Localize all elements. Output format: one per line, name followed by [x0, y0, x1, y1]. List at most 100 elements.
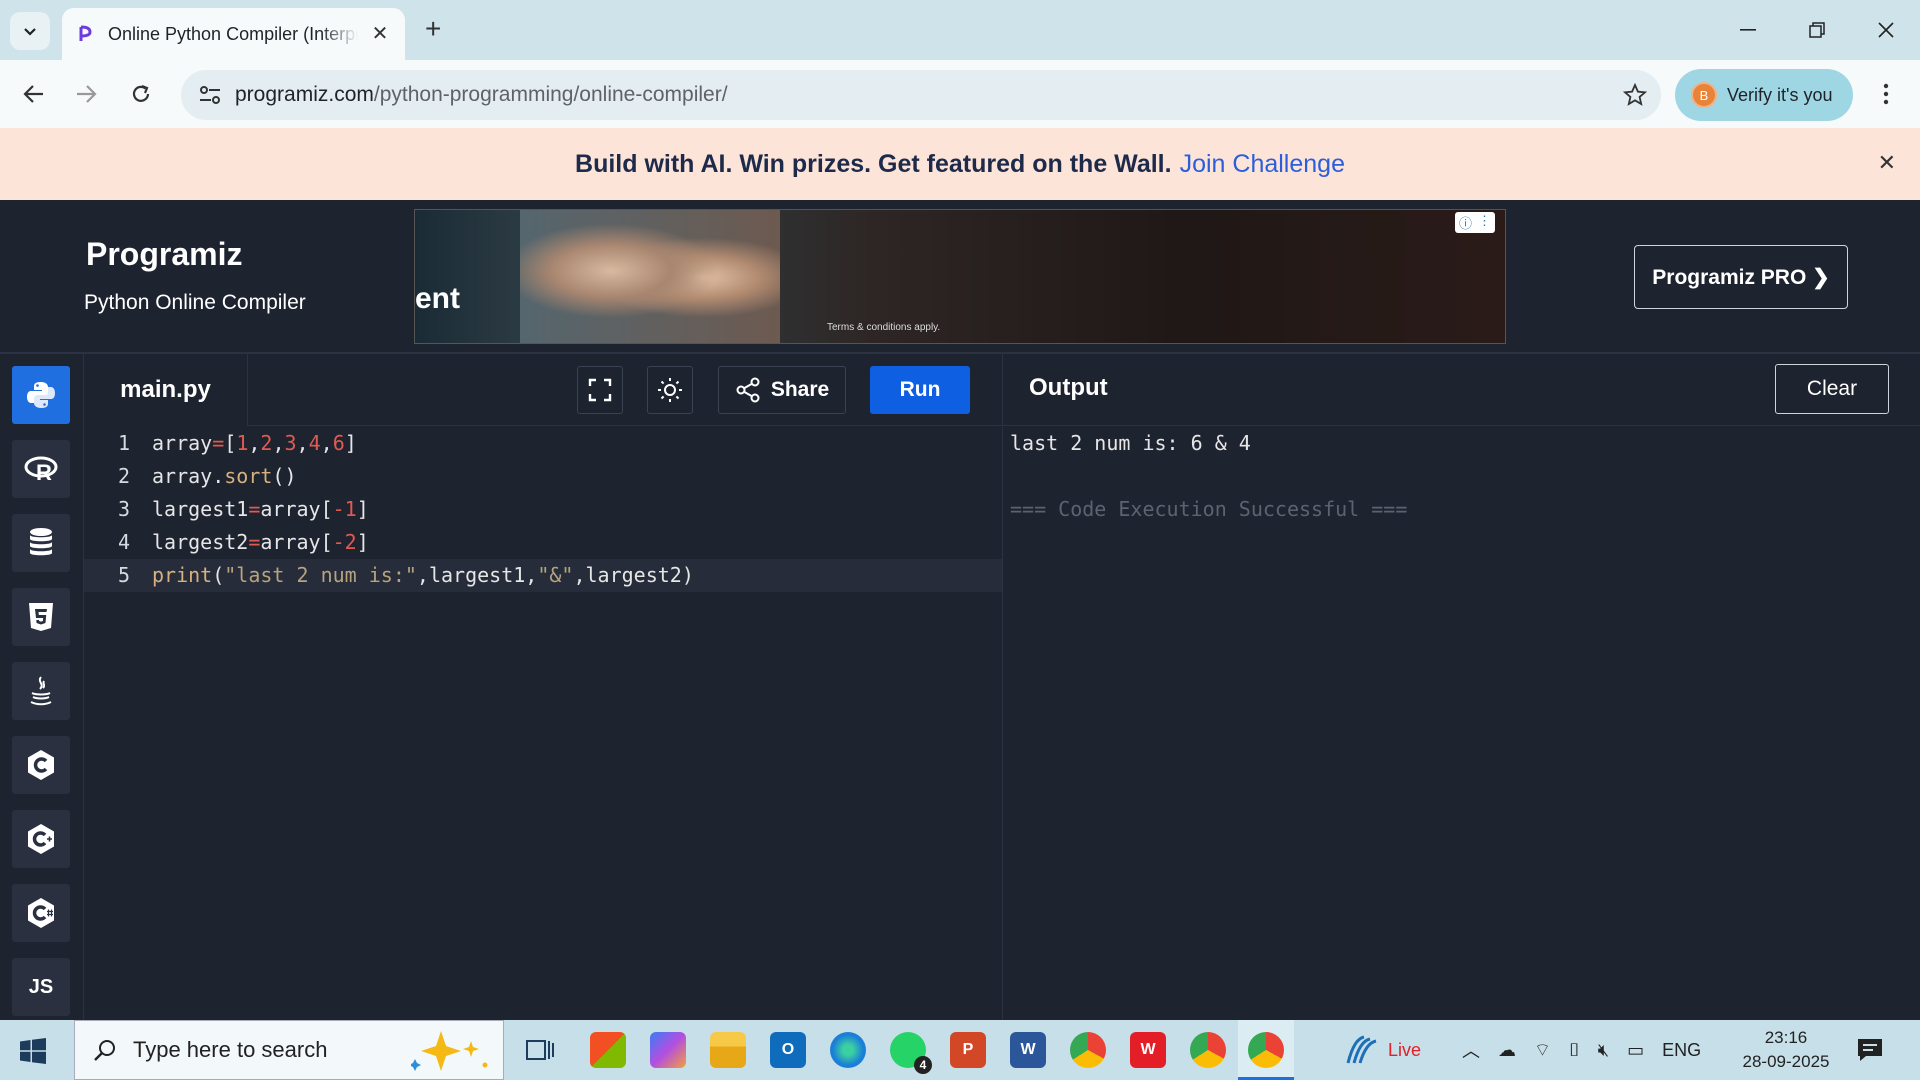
sidebar-item-python[interactable] [12, 366, 70, 424]
bookmark-star-icon[interactable] [1623, 83, 1647, 107]
volume-muted-icon[interactable]: 🔇︎ [1598, 1040, 1609, 1061]
copilot-app-icon[interactable] [650, 1032, 686, 1068]
wps-office-icon[interactable]: W [1130, 1032, 1166, 1068]
live-label: Live [1388, 1039, 1422, 1060]
reload-button[interactable] [121, 74, 161, 114]
battery-icon[interactable]: ▭ [1627, 1040, 1644, 1061]
ad-text: ent [415, 282, 460, 315]
url-path: /python-programming/online-compiler/ [373, 83, 728, 106]
file-explorer-icon[interactable] [710, 1032, 746, 1068]
back-button[interactable] [14, 74, 54, 114]
sidebar-item-js[interactable]: JS [12, 958, 70, 1016]
line-number: 3 [117, 497, 130, 521]
wifi-icon[interactable]: ⌔ [1534, 1039, 1551, 1062]
close-tab-icon[interactable]: ✕ [369, 22, 391, 45]
language-indicator[interactable]: ENG [1662, 1040, 1701, 1061]
share-button[interactable]: Share [718, 366, 846, 414]
sidebar-item-html[interactable] [12, 588, 70, 646]
edge-icon[interactable] [830, 1032, 866, 1068]
task-view-icon[interactable] [522, 1032, 558, 1068]
code-line[interactable]: 2 array.sort() [84, 460, 1002, 493]
windows-logo-icon [20, 1038, 46, 1064]
clock-date: 28-09-2025 [1742, 1052, 1830, 1071]
address-bar[interactable]: programiz.com/python-programming/online-… [181, 70, 1661, 120]
code-line[interactable]: 4 largest2=array[-2] [84, 526, 1002, 559]
notifications-button[interactable] [1856, 1036, 1884, 1069]
r-language-icon: R [24, 456, 58, 483]
code-line-current[interactable]: 5 print("last 2 num is:",largest1,"&",la… [84, 559, 1002, 592]
start-button[interactable] [20, 1038, 46, 1069]
word-icon[interactable]: W [1010, 1032, 1046, 1068]
sidebar-item-csharp[interactable] [12, 884, 70, 942]
js-icon: JS [28, 975, 54, 998]
ad-terms: Terms & conditions apply. [827, 322, 941, 333]
new-tab-button[interactable]: + [425, 15, 441, 43]
forward-button[interactable] [66, 74, 106, 114]
output-status-line: === Code Execution Successful === [1010, 497, 1408, 521]
programiz-logo[interactable]: Programiz [86, 236, 242, 273]
browser-menu-button[interactable] [1866, 74, 1906, 114]
weather-widget[interactable]: Live [1344, 1020, 1421, 1080]
programiz-favicon-icon [79, 25, 92, 41]
powerpoint-icon[interactable]: P [950, 1032, 986, 1068]
arrow-left-icon [23, 85, 43, 103]
ad-image [520, 210, 780, 343]
sidebar-item-c[interactable] [12, 736, 70, 794]
sidebar-item-sql[interactable] [12, 514, 70, 572]
python-icon [27, 382, 55, 408]
line-number: 5 [117, 563, 130, 587]
close-window-button[interactable] [1866, 14, 1906, 46]
chevron-down-icon [24, 28, 36, 36]
advertisement[interactable]: ent Terms & conditions apply. ⓘ ⋮ [414, 209, 1506, 344]
chevron-up-icon[interactable]: ︿ [1462, 1037, 1480, 1063]
code-text: print("last 2 num is:",largest1,"&",larg… [152, 563, 694, 587]
info-icon[interactable]: ⓘ [1459, 213, 1472, 232]
code-line[interactable]: 3 largest1=array[-1] [84, 493, 1002, 526]
outlook-icon[interactable]: O [770, 1032, 806, 1068]
clock-time: 23:16 [1764, 1028, 1808, 1047]
restore-button[interactable] [1797, 14, 1837, 46]
fullscreen-button[interactable] [577, 366, 623, 414]
site-info-icon[interactable] [199, 85, 221, 105]
sidebar-item-java[interactable] [12, 662, 70, 720]
output-title: Output [1029, 374, 1108, 401]
sidebar-item-cpp[interactable] [12, 810, 70, 868]
camera-icon[interactable]: ⌷ [1569, 1040, 1580, 1061]
avatar: B [1691, 82, 1717, 108]
chrome-profile-icon[interactable] [1190, 1032, 1226, 1068]
chrome-active-indicator[interactable] [1238, 1020, 1294, 1080]
whatsapp-icon[interactable]: 4 [890, 1032, 932, 1074]
close-banner-icon[interactable]: ✕ [1878, 150, 1896, 176]
notification-icon [1858, 1039, 1882, 1061]
microsoft-store-icon[interactable] [590, 1032, 626, 1068]
fullscreen-icon [588, 378, 612, 402]
browser-tab-active[interactable]: Online Python Compiler (Interpreter) ✕ [62, 8, 405, 60]
editor-toolbar: main.py Share Run [84, 354, 1002, 426]
sidebar-item-r[interactable]: R [12, 440, 70, 498]
theme-toggle-button[interactable] [647, 366, 693, 414]
code-editor[interactable]: 1 array=[1,2,3,4,6] 2 array.sort() 3 lar… [84, 427, 1002, 1020]
chrome-icon[interactable] [1070, 1032, 1106, 1068]
taskbar-search[interactable]: Type here to search [74, 1020, 504, 1080]
output-panel: last 2 num is: 6 & 4 === Code Execution … [1002, 427, 1920, 1020]
run-button[interactable]: Run [870, 366, 970, 414]
join-challenge-link[interactable]: Join Challenge [1180, 150, 1345, 179]
code-line[interactable]: 1 array=[1,2,3,4,6] [84, 427, 1002, 460]
minimize-button[interactable] [1728, 14, 1768, 46]
programiz-pro-button[interactable]: Programiz PRO ❯ [1634, 245, 1848, 309]
onedrive-icon[interactable]: ☁ [1498, 1040, 1516, 1061]
share-icon [736, 377, 760, 403]
file-tab-main-py[interactable]: main.py [84, 354, 248, 426]
url-text: programiz.com/python-programming/online-… [235, 83, 728, 107]
code-text: largest1=array[-1] [152, 497, 369, 521]
ad-menu-icon[interactable]: ⋮ [1478, 213, 1491, 232]
ad-choices[interactable]: ⓘ ⋮ [1454, 212, 1495, 233]
tab-search-button[interactable] [10, 12, 50, 50]
clock[interactable]: 23:16 28-09-2025 [1736, 1026, 1836, 1074]
csharp-icon [28, 898, 54, 928]
code-text: array.sort() [152, 464, 297, 488]
clear-button[interactable]: Clear [1775, 364, 1889, 414]
promo-banner: Build with AI. Win prizes. Get featured … [0, 128, 1920, 200]
output-line: last 2 num is: 6 & 4 [1010, 431, 1251, 455]
verify-profile-button[interactable]: B Verify it's you [1675, 69, 1853, 121]
